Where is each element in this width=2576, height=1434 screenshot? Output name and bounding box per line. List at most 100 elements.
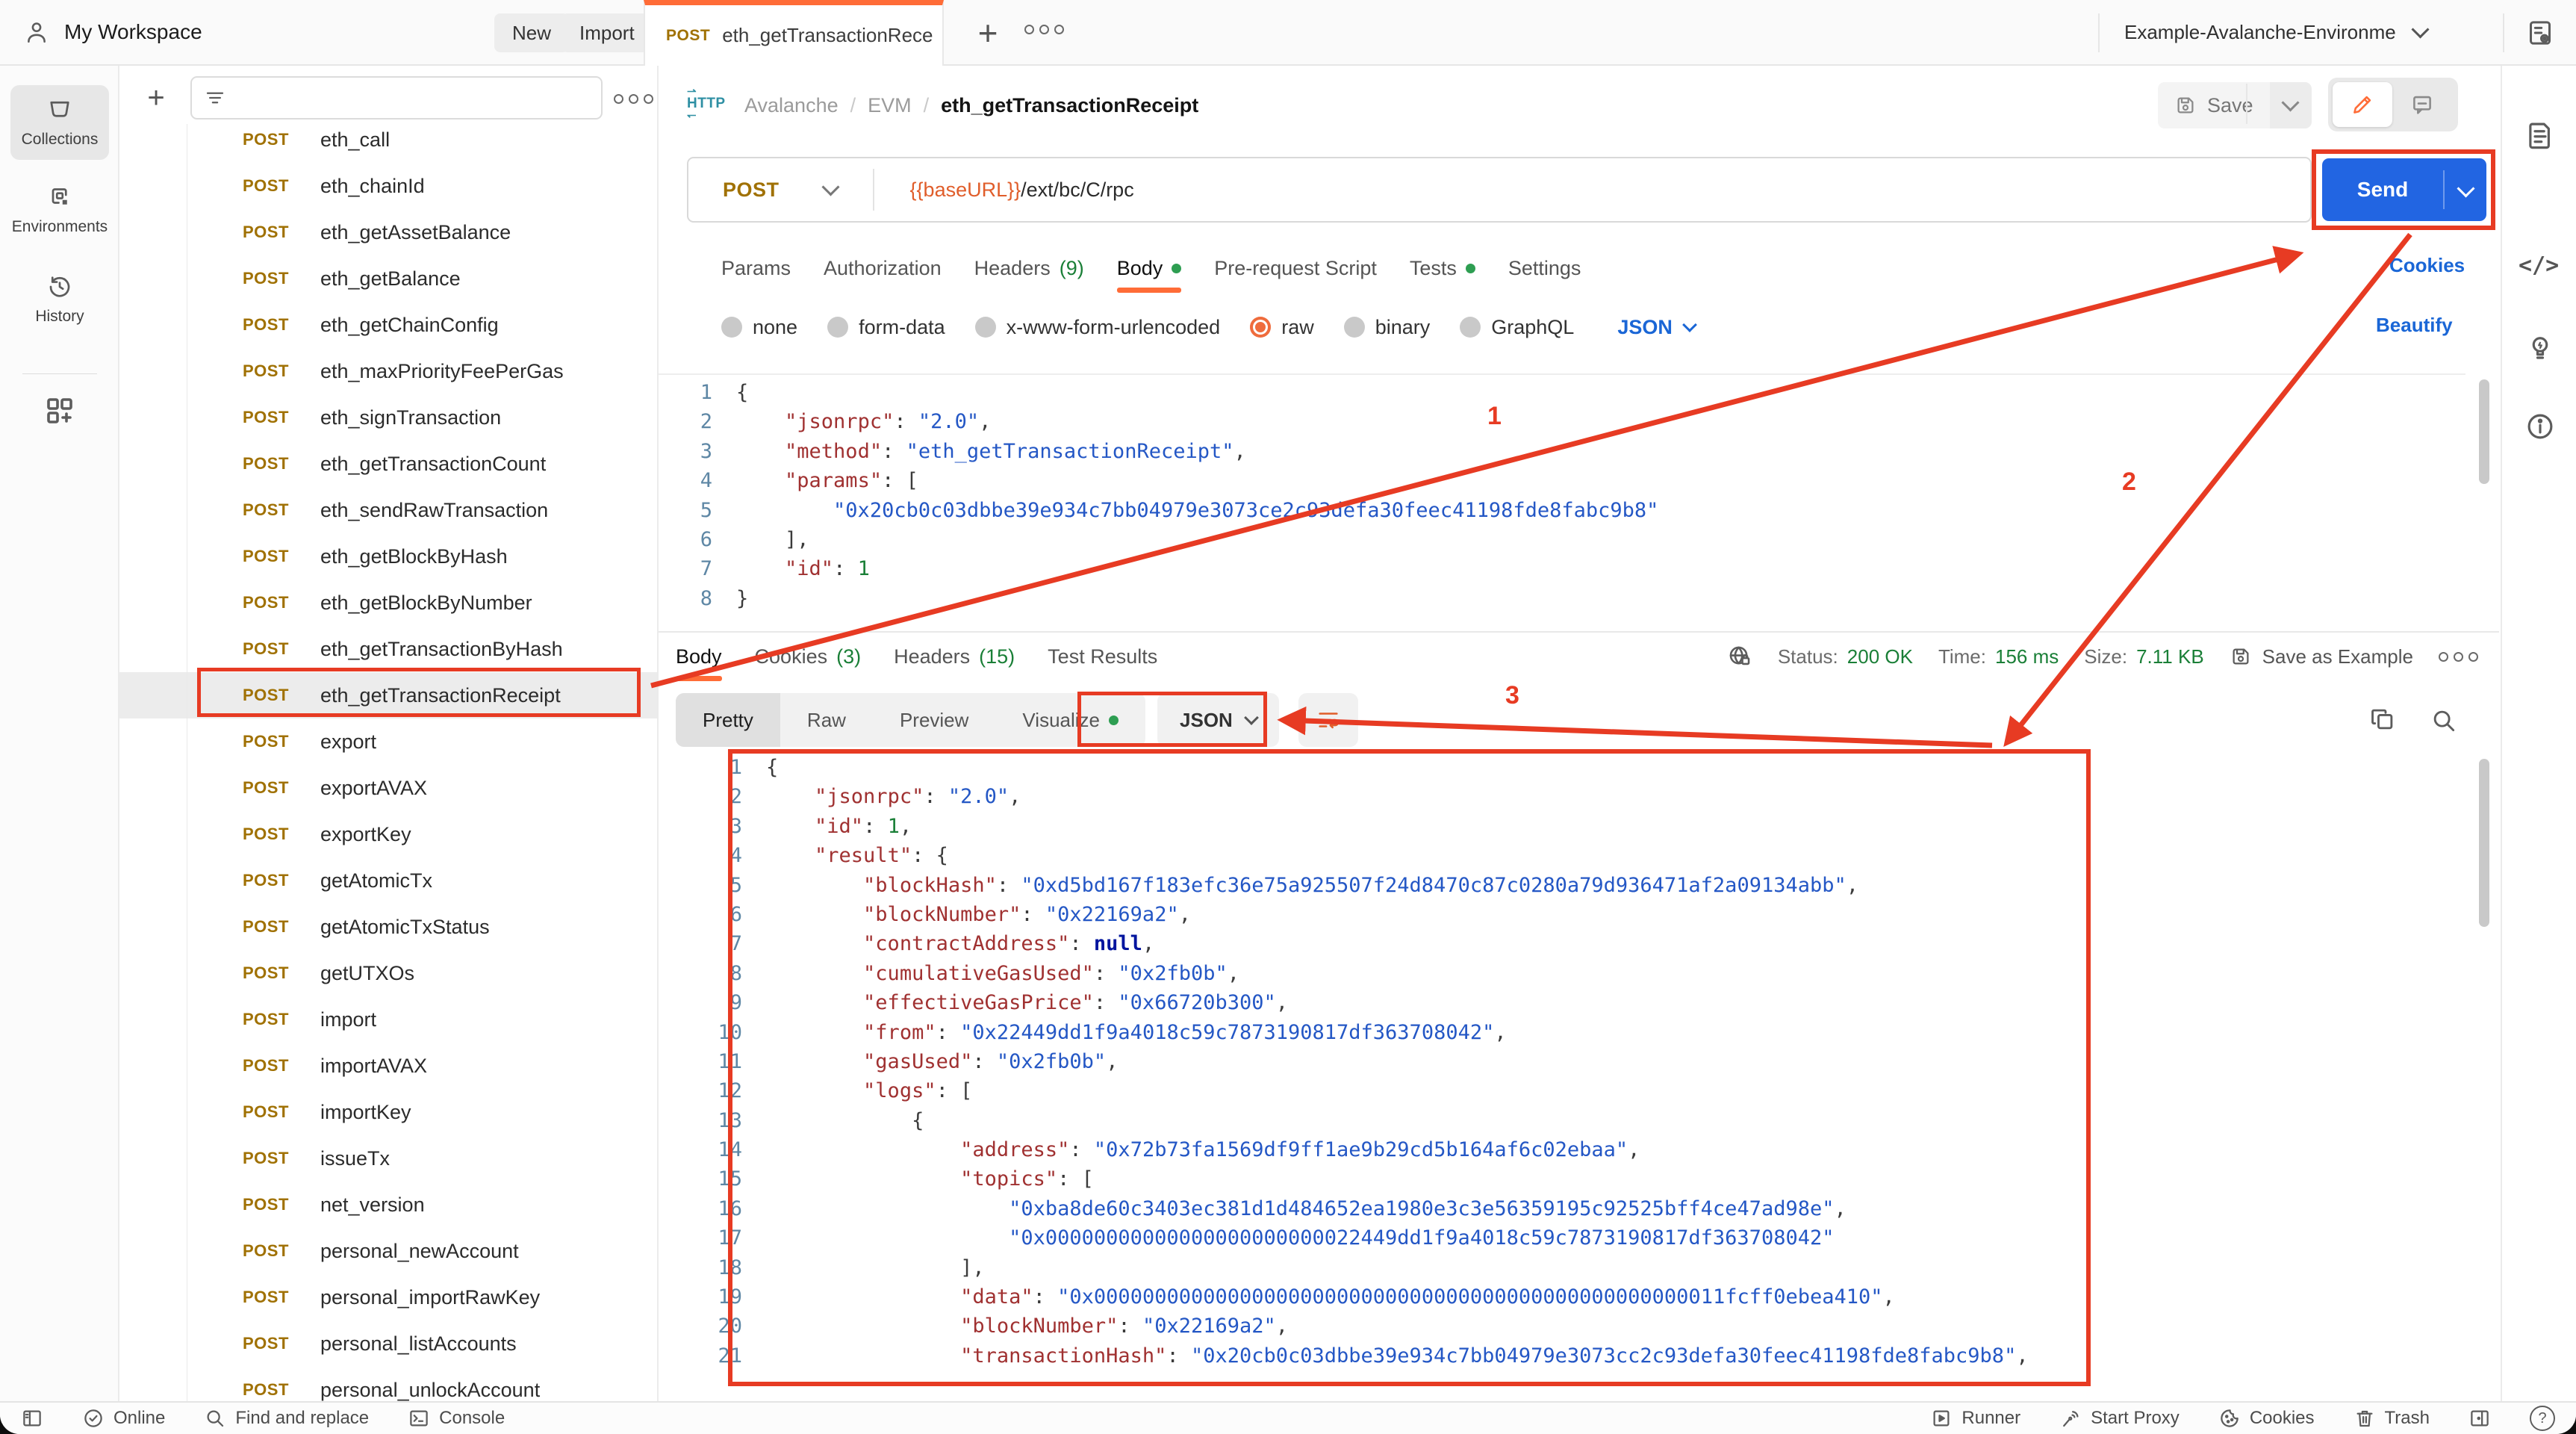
request-list-item[interactable]: POST exportKey xyxy=(119,811,657,857)
environment-selector[interactable]: Example-Avalanche-Environme xyxy=(2124,0,2430,64)
import-button[interactable]: Import xyxy=(561,13,653,52)
info-icon[interactable] xyxy=(2524,411,2556,442)
request-list-item[interactable]: POST eth_getTransactionReceipt xyxy=(119,672,657,718)
tab-settings[interactable]: Settings xyxy=(1508,245,1581,291)
code-snippet-icon[interactable]: </> xyxy=(2519,252,2559,279)
request-list-item[interactable]: POST exportAVAX xyxy=(119,765,657,811)
request-list-item[interactable]: POST importAVAX xyxy=(119,1043,657,1089)
request-list-item[interactable]: POST eth_call xyxy=(119,117,657,163)
response-tab-test-results[interactable]: Test Results xyxy=(1048,633,1157,680)
request-list-item[interactable]: POST importKey xyxy=(119,1089,657,1135)
sidebar-item-environments[interactable]: Environments xyxy=(0,184,119,236)
request-list-item[interactable]: POST personal_importRawKey xyxy=(119,1274,657,1320)
online-status[interactable]: Online xyxy=(82,1407,165,1430)
sidebar-item-history[interactable]: History xyxy=(0,273,119,326)
bottom-panel-toggle-icon[interactable] xyxy=(2468,1407,2491,1430)
request-tab[interactable]: POST eth_getTransactionRece xyxy=(644,0,944,66)
tab-authorization[interactable]: Authorization xyxy=(824,245,942,291)
workspace-switcher[interactable]: My Workspace xyxy=(24,0,202,64)
new-tab-button[interactable]: + xyxy=(967,12,1009,54)
add-collection-button[interactable]: + xyxy=(137,79,175,117)
method-select[interactable]: POST xyxy=(688,179,780,202)
lightbulb-icon[interactable] xyxy=(2524,332,2556,363)
request-list-item[interactable]: POST personal_newAccount xyxy=(119,1228,657,1274)
body-format-select[interactable]: JSON xyxy=(1617,316,1697,339)
beautify-link[interactable]: Beautify xyxy=(2376,314,2453,337)
cookies-button[interactable]: Cookies xyxy=(2218,1407,2315,1430)
breadcrumb-folder[interactable]: EVM xyxy=(868,94,912,117)
request-list-item[interactable]: POST getAtomicTx xyxy=(119,857,657,904)
response-tab-cookies[interactable]: Cookies (3) xyxy=(755,633,862,680)
request-list-item[interactable]: POST eth_sendRawTransaction xyxy=(119,487,657,533)
cookies-link[interactable]: Cookies xyxy=(2389,254,2465,277)
copy-icon[interactable] xyxy=(2368,705,2397,733)
request-list-item[interactable]: POST eth_getTransactionByHash xyxy=(119,626,657,672)
request-list-item[interactable]: POST eth_getBalance xyxy=(119,255,657,302)
breadcrumb-collection[interactable]: Avalanche xyxy=(744,94,839,117)
time-value[interactable]: 156 ms xyxy=(1995,645,2059,668)
find-and-replace-button[interactable]: Find and replace xyxy=(204,1407,369,1430)
comment-button[interactable] xyxy=(2392,82,2452,127)
response-editor-scrollbar[interactable] xyxy=(2479,759,2489,927)
request-list-item[interactable]: POST import xyxy=(119,996,657,1043)
url-input[interactable]: {{baseURL}}/ext/bc/C/rpc xyxy=(910,179,1134,202)
response-options-icon[interactable] xyxy=(2439,651,2478,662)
environment-quick-look-icon[interactable] xyxy=(2525,18,2555,48)
tab-headers[interactable]: Headers (9) xyxy=(974,245,1084,291)
tab-pre-request-script[interactable]: Pre-request Script xyxy=(1214,245,1377,291)
sidebar-options-icon[interactable] xyxy=(614,94,653,104)
more-tools-icon[interactable] xyxy=(42,393,78,429)
request-list-item[interactable]: POST eth_maxPriorityFeePerGas xyxy=(119,348,657,394)
request-list-item[interactable]: POST eth_getBlockByHash xyxy=(119,533,657,580)
response-body-editor[interactable]: 1{2 "jsonrpc": "2.0", 3 "id": 1, 4 "result… xyxy=(659,753,2465,1371)
new-button[interactable]: New xyxy=(494,13,570,52)
request-list-item[interactable]: POST export xyxy=(119,718,657,765)
sidebar-toggle-icon[interactable] xyxy=(21,1407,43,1430)
view-visualize[interactable]: Visualize xyxy=(995,693,1145,747)
view-preview[interactable]: Preview xyxy=(873,693,995,747)
start-proxy-button[interactable]: Start Proxy xyxy=(2059,1407,2180,1430)
filter-input[interactable] xyxy=(190,76,603,120)
view-pretty[interactable]: Pretty xyxy=(676,693,780,747)
trash-button[interactable]: Trash xyxy=(2353,1407,2430,1430)
request-list-item[interactable]: POST eth_signTransaction xyxy=(119,394,657,441)
body-mode-raw[interactable]: raw xyxy=(1250,316,1314,339)
save-button[interactable]: Save xyxy=(2158,82,2270,128)
send-options-button[interactable] xyxy=(2445,179,2486,198)
tab-options-icon[interactable] xyxy=(1024,25,1064,34)
tab-params[interactable]: Params xyxy=(721,245,791,291)
edit-mode-button[interactable] xyxy=(2333,82,2392,127)
wrap-text-button[interactable] xyxy=(1298,693,1358,747)
body-mode-GraphQL[interactable]: GraphQL xyxy=(1460,316,1574,339)
save-options-button[interactable] xyxy=(2269,82,2312,128)
request-list-item[interactable]: POST personal_unlockAccount xyxy=(119,1367,657,1401)
request-list-item[interactable]: POST getUTXOs xyxy=(119,950,657,996)
request-list-item[interactable]: POST personal_listAccounts xyxy=(119,1320,657,1367)
body-mode-form-data[interactable]: form-data xyxy=(827,316,945,339)
sidebar-item-collections[interactable]: Collections xyxy=(10,85,109,160)
help-icon[interactable]: ? xyxy=(2530,1406,2555,1431)
body-mode-x-www-form-urlencoded[interactable]: x-www-form-urlencoded xyxy=(974,316,1220,339)
tab-body[interactable]: Body xyxy=(1116,245,1182,293)
response-tab-body[interactable]: Body xyxy=(676,633,722,681)
request-list-item[interactable]: POST getAtomicTxStatus xyxy=(119,904,657,950)
documentation-icon[interactable] xyxy=(2524,120,2556,151)
view-raw[interactable]: Raw xyxy=(780,693,873,747)
request-list-item[interactable]: POST eth_getChainConfig xyxy=(119,302,657,348)
runner-button[interactable]: Runner xyxy=(1930,1407,2020,1430)
body-mode-none[interactable]: none xyxy=(721,316,797,339)
request-list-item[interactable]: POST eth_getBlockByNumber xyxy=(119,580,657,626)
status-value[interactable]: 200 OK xyxy=(1847,645,1913,668)
request-list-item[interactable]: POST eth_chainId xyxy=(119,163,657,209)
request-list-item[interactable]: POST issueTx xyxy=(119,1135,657,1182)
response-format-select[interactable]: JSON xyxy=(1157,693,1279,747)
tab-tests[interactable]: Tests xyxy=(1410,245,1475,291)
save-as-example-button[interactable]: Save as Example xyxy=(2230,645,2413,668)
body-mode-binary[interactable]: binary xyxy=(1343,316,1430,339)
request-list-item[interactable]: POST net_version xyxy=(119,1182,657,1228)
request-body-editor[interactable]: 1{2 "jsonrpc": "2.0", 3 "method": "eth_ge… xyxy=(659,373,2465,613)
request-editor-scrollbar[interactable] xyxy=(2479,379,2489,484)
response-tab-headers[interactable]: Headers (15) xyxy=(894,633,1015,680)
send-button[interactable]: Send xyxy=(2322,158,2486,221)
console-button[interactable]: Console xyxy=(408,1407,505,1430)
